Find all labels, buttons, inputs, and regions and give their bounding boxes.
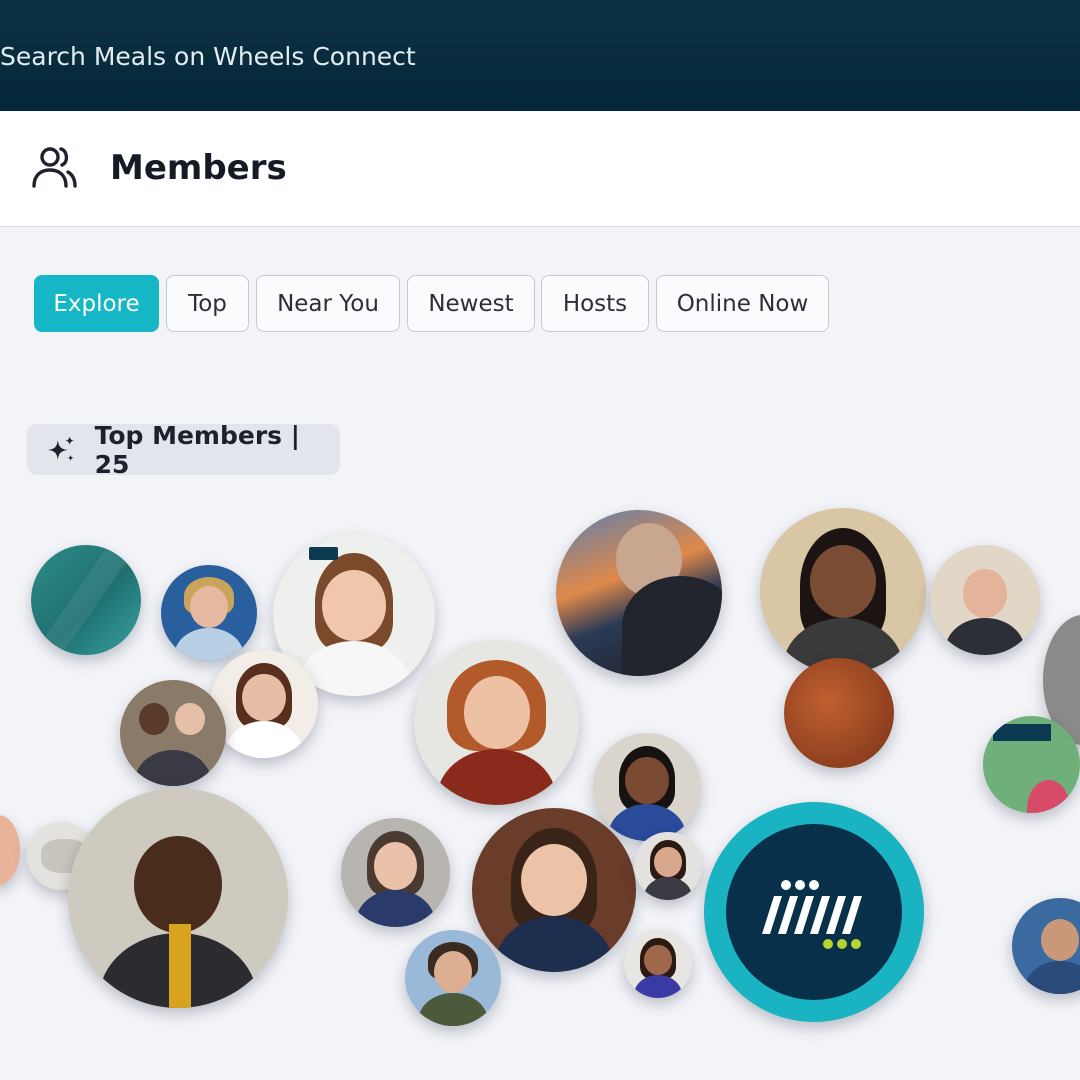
top-members-label: Top Members | 25 — [94, 420, 300, 479]
top-members-badge: Top Members | 25 — [27, 421, 340, 479]
member-avatar[interactable] — [472, 808, 636, 972]
member-avatar[interactable] — [760, 508, 926, 674]
mow-logo-avatar[interactable] — [704, 802, 924, 1022]
member-avatar[interactable] — [930, 545, 1040, 655]
page-title: Members — [110, 148, 287, 188]
tab-explore[interactable]: Explore — [34, 275, 159, 332]
tab-newest[interactable]: Newest — [407, 275, 535, 332]
search-input[interactable] — [0, 36, 700, 76]
member-avatar[interactable] — [634, 832, 702, 900]
member-avatar[interactable] — [624, 930, 692, 998]
top-navigation-bar — [0, 0, 1080, 111]
users-icon — [32, 147, 77, 188]
tab-top[interactable]: Top — [166, 275, 249, 332]
sparkle-icon — [47, 435, 75, 461]
member-avatar[interactable] — [1012, 898, 1080, 994]
tab-hosts[interactable]: Hosts — [541, 275, 649, 332]
tab-near-you[interactable]: Near You — [256, 275, 400, 332]
member-avatar[interactable] — [31, 545, 141, 655]
tab-online-now[interactable]: Online Now — [656, 275, 829, 332]
member-avatar[interactable] — [341, 818, 450, 927]
meals-on-wheels-logo-icon — [762, 880, 862, 949]
member-avatar[interactable] — [68, 788, 288, 1008]
member-avatar[interactable] — [120, 680, 226, 786]
member-avatar[interactable] — [161, 565, 257, 661]
member-avatar[interactable] — [784, 658, 894, 768]
member-avatar[interactable] — [0, 815, 20, 885]
member-avatar-cloud — [0, 490, 1080, 1080]
member-avatar[interactable] — [593, 733, 701, 841]
member-avatar[interactable] — [405, 930, 501, 1026]
member-avatar[interactable] — [983, 716, 1080, 813]
member-avatar[interactable] — [210, 650, 318, 758]
member-avatar[interactable] — [414, 640, 579, 805]
member-avatar[interactable] — [556, 510, 722, 676]
